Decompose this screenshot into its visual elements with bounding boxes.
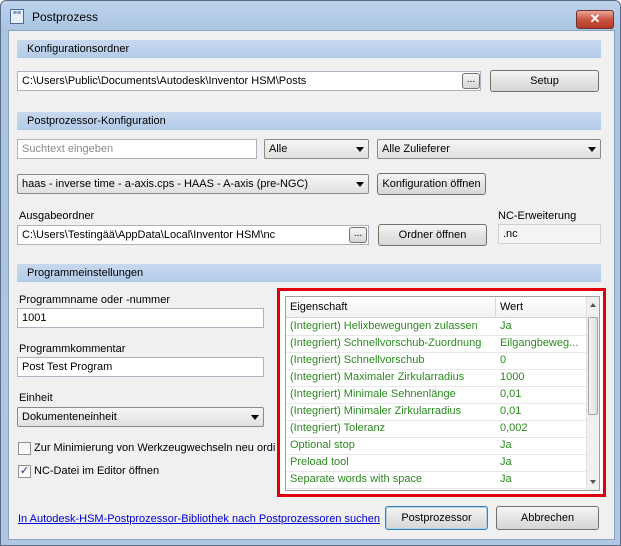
scroll-thumb[interactable] xyxy=(588,317,598,415)
program-comment-label: Programmkommentar xyxy=(19,343,126,355)
unit-label: Einheit xyxy=(19,392,53,404)
filter-all-select[interactable]: Alle xyxy=(264,139,369,159)
cancel-button[interactable]: Abbrechen xyxy=(496,506,599,530)
checkmark-icon: ✓ xyxy=(19,465,30,477)
property-value-cell[interactable]: Ja xyxy=(496,471,586,488)
column-header-value[interactable]: Wert xyxy=(496,297,586,317)
minimize-tool-changes-checkbox[interactable] xyxy=(18,442,31,455)
vendor-filter-select[interactable]: Alle Zulieferer xyxy=(377,139,601,159)
table-row[interactable]: Separate words with space Ja xyxy=(286,471,586,489)
property-name-cell: (Integriert) Minimale Sehnenlänge xyxy=(290,388,456,400)
program-name-input[interactable]: 1001 xyxy=(17,308,264,328)
table-row[interactable]: (Integriert) Toleranz 0,002 xyxy=(286,420,586,438)
property-value-cell[interactable]: 0,002 xyxy=(496,420,586,437)
table-row[interactable]: (Integriert) Schnellvorschub-Zuordnung Ei… xyxy=(286,335,586,353)
open-folder-button[interactable]: Ordner öffnen xyxy=(378,224,487,246)
property-name-cell: (Integriert) Toleranz xyxy=(290,422,386,434)
minimize-tool-changes-label: Zur Minimierung von Werkzeugwechseln neu… xyxy=(34,442,276,454)
property-value-cell[interactable]: 0,01 xyxy=(496,386,586,403)
property-value-cell[interactable]: 0,01 xyxy=(496,403,586,420)
column-header-property[interactable]: Eigenschaft xyxy=(286,297,496,317)
output-folder-path-field[interactable]: C:\Users\Testingää\AppData\Local\Invento… xyxy=(17,225,369,245)
property-value-cell[interactable]: Ja xyxy=(496,437,586,454)
table-row[interactable]: Optional stop Ja xyxy=(286,437,586,455)
chevron-down-icon xyxy=(588,147,596,152)
table-row[interactable]: Preload tool Ja xyxy=(286,454,586,472)
properties-grid[interactable]: Eigenschaft Wert (Integriert) Helixbeweg… xyxy=(285,296,600,491)
open-nc-label: NC-Datei im Editor öffnen xyxy=(34,465,160,477)
program-comment-input[interactable]: Post Test Program xyxy=(17,357,264,377)
scroll-up-icon[interactable] xyxy=(590,303,596,307)
table-row[interactable]: (Integriert) Minimale Sehnenlänge 0,01 xyxy=(286,386,586,404)
property-value-cell[interactable]: 1000 xyxy=(496,369,586,386)
setup-button[interactable]: Setup xyxy=(490,70,599,92)
property-name-cell: Preload tool xyxy=(290,456,349,468)
chevron-down-icon xyxy=(356,147,364,152)
config-folder-browse-button[interactable]: ... xyxy=(462,73,480,89)
table-row[interactable]: (Integriert) Minimaler Zirkularradius 0,0… xyxy=(286,403,586,421)
grid-header: Eigenschaft Wert xyxy=(286,297,586,318)
property-value-cell[interactable]: Eilgangbeweg... xyxy=(496,335,586,352)
dialog-body: Konfigurationsordner C:\Users\Public\Doc… xyxy=(8,30,615,540)
property-name-cell: (Integriert) Schnellvorschub-Zuordnung xyxy=(290,337,482,349)
properties-highlight: Eigenschaft Wert (Integriert) Helixbeweg… xyxy=(277,288,606,497)
table-row[interactable]: (Integriert) Helixbewegungen zulassen Ja xyxy=(286,318,586,336)
property-value-cell[interactable]: 0 xyxy=(496,352,586,369)
search-input[interactable]: Suchtext eingeben xyxy=(17,139,257,159)
postprocess-button[interactable]: Postprozessor xyxy=(385,506,488,530)
table-row[interactable]: (Integriert) Maximaler Zirkularradius 100… xyxy=(286,369,586,387)
title-bar[interactable]: ≡≡ Postprozess ✕ xyxy=(1,1,620,31)
config-folder-path-field[interactable]: C:\Users\Public\Documents\Autodesk\Inven… xyxy=(17,71,481,91)
property-value-cell[interactable]: Ja xyxy=(496,318,586,335)
chevron-down-icon xyxy=(251,415,259,420)
window-title: Postprozess xyxy=(32,10,99,24)
property-name-cell: (Integriert) Schnellvorschub xyxy=(290,354,425,366)
open-config-button[interactable]: Konfiguration öffnen xyxy=(377,173,486,195)
property-name-cell: Optional stop xyxy=(290,439,355,451)
post-processor-select[interactable]: haas - inverse time - a-axis.cps - HAAS … xyxy=(17,174,369,194)
post-config-heading: Postprozessor-Konfiguration xyxy=(17,112,601,130)
library-search-link[interactable]: In Autodesk-HSM-Postprozessor-Bibliothek… xyxy=(18,513,380,525)
property-value-cell[interactable]: Ja xyxy=(496,454,586,471)
config-folder-heading: Konfigurationsordner xyxy=(17,40,601,58)
program-settings-heading: Programmeinstellungen xyxy=(17,264,601,282)
open-nc-checkbox[interactable]: ✓ xyxy=(18,465,31,478)
unit-select[interactable]: Dokumenteneinheit xyxy=(17,407,264,427)
app-icon: ≡≡ xyxy=(10,9,24,24)
grid-scrollbar[interactable] xyxy=(586,297,599,490)
program-name-label: Programmname oder -nummer xyxy=(19,294,170,306)
close-button[interactable]: ✕ xyxy=(576,10,614,29)
property-name-cell: (Integriert) Maximaler Zirkularradius xyxy=(290,371,465,383)
property-name-cell: (Integriert) Helixbewegungen zulassen xyxy=(290,320,478,332)
output-folder-browse-button[interactable]: ... xyxy=(349,227,367,243)
table-row[interactable]: (Integriert) Schnellvorschub 0 xyxy=(286,352,586,370)
output-folder-label: Ausgabeordner xyxy=(19,210,95,222)
property-name-cell: (Integriert) Minimaler Zirkularradius xyxy=(290,405,462,417)
chevron-down-icon xyxy=(356,182,364,187)
postprocess-dialog: ≡≡ Postprozess ✕ Konfigurationsordner C:… xyxy=(0,0,621,546)
scroll-down-icon[interactable] xyxy=(590,480,596,484)
property-name-cell: Separate words with space xyxy=(290,473,423,485)
nc-extension-field[interactable]: .nc xyxy=(498,224,601,244)
nc-extension-label: NC-Erweiterung xyxy=(498,210,577,222)
